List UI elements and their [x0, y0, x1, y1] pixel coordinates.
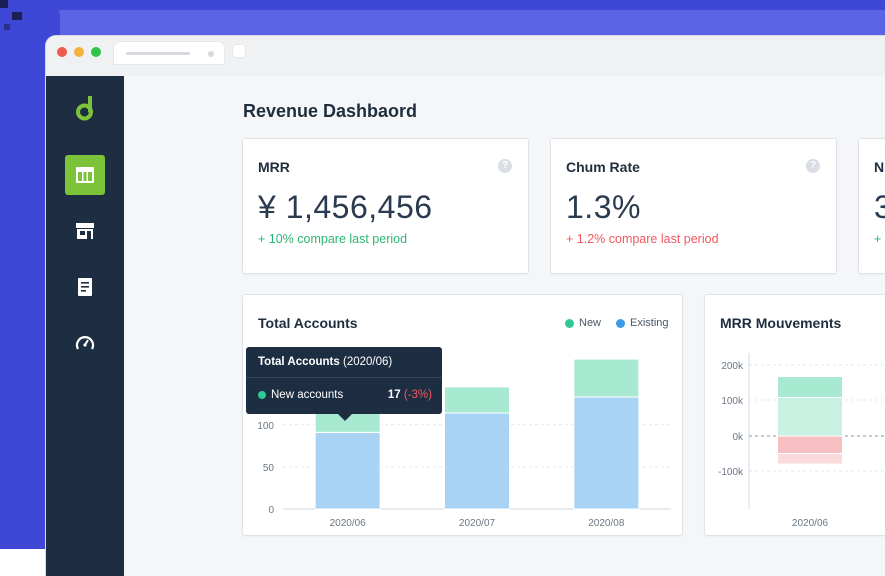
help-icon[interactable]: ?	[498, 159, 512, 173]
y-tick-label: 100	[257, 421, 274, 432]
new-tab-button[interactable]	[233, 45, 245, 57]
receipt-icon	[78, 278, 92, 296]
bar-segment	[777, 453, 843, 465]
x-tick-label: 2020/07	[459, 518, 496, 529]
tooltip-row-label: New accounts	[271, 389, 344, 401]
gauge-icon	[75, 336, 95, 350]
kpi-card-partial: N 3 +	[858, 138, 885, 274]
chart-tooltip: Total Accounts (2020/06) New accounts 17…	[246, 347, 442, 421]
page-title: Revenue Dashbaord	[243, 101, 418, 121]
sidebar-item-store[interactable]	[65, 211, 105, 251]
y-tick-label: 200k	[721, 361, 744, 372]
bar-segment	[777, 435, 843, 454]
tooltip-row: New accounts	[258, 389, 343, 401]
bar-segment-existing	[314, 431, 381, 510]
total-accounts-card: Total Accounts New Existing 0 50 100 2020/0…	[242, 294, 683, 536]
tooltip-divider	[246, 377, 442, 378]
total-accounts-chart: 0 50 100 2020/06 2020/07 2020/08	[257, 358, 671, 529]
y-tick-label: -100k	[718, 467, 744, 478]
kpi-delta: + 10% compare last period	[258, 232, 408, 246]
tooltip-value: 17	[387, 389, 401, 401]
bar-segment-existing	[444, 412, 510, 510]
kpi-label: MRR	[258, 159, 290, 175]
browser-window: Revenue Dashbaord MRR ? ¥ 1,456,456 + 10…	[46, 36, 885, 576]
x-tick-label: 2020/06	[330, 518, 367, 529]
kpi-label: Chum Rate	[566, 159, 640, 175]
y-tick-label: 50	[263, 463, 275, 474]
tooltip-change: (-3%)	[403, 389, 432, 401]
mrr-movements-chart: 200k 100k 0k -100k 2020/06	[718, 353, 885, 529]
bar-segment-new	[444, 386, 510, 414]
y-tick-label: 0k	[732, 432, 744, 443]
x-tick-label: 2020/06	[792, 518, 829, 529]
help-icon[interactable]: ?	[806, 159, 820, 173]
x-tick-label: 2020/08	[588, 518, 625, 529]
bar-segment-new	[573, 358, 640, 398]
kpi-delta: +	[874, 232, 882, 246]
browser-chrome	[46, 36, 885, 77]
main-content: Revenue Dashbaord MRR ? ¥ 1,456,456 + 10…	[124, 76, 885, 576]
backdrop-pixel	[4, 24, 10, 30]
tooltip-row-value: 17 (-3%)	[388, 389, 432, 401]
tooltip-title: Total Accounts	[258, 356, 340, 368]
backdrop-pixel	[12, 12, 22, 20]
bar-segment	[777, 376, 843, 398]
tooltip-pointer	[338, 414, 352, 421]
kpi-card-churn: Chum Rate ? 1.3% + 1.2% compare last per…	[550, 138, 837, 274]
kpi-value: ¥ 1,456,456	[258, 189, 433, 225]
tooltip-swatch	[258, 391, 266, 399]
bar-segment	[777, 397, 843, 437]
sidebar	[46, 76, 124, 576]
tab-title-placeholder	[126, 52, 190, 55]
y-tick-label: 100k	[721, 396, 744, 407]
tooltip-period: (2020/06)	[342, 356, 393, 368]
tab-close-icon[interactable]	[208, 51, 214, 57]
kpi-delta: + 1.2% compare last period	[566, 232, 719, 246]
sidebar-item-gauge[interactable]	[65, 323, 105, 363]
sidebar-item-receipt[interactable]	[65, 267, 105, 307]
mrr-movements-card: MRR Mouvements 200k 100k 0k -100k 2020/06	[704, 294, 885, 536]
store-icon	[76, 223, 94, 239]
kpi-card-mrr: MRR ? ¥ 1,456,456 + 10% compare last per…	[242, 138, 529, 274]
kpi-label: N	[874, 159, 885, 175]
bar-segment-existing	[573, 396, 640, 510]
leaf-d-logo-icon[interactable]	[75, 96, 97, 122]
backdrop-pixel	[0, 0, 8, 8]
close-window-button[interactable]	[57, 47, 67, 57]
kpi-value: 1.3%	[566, 189, 641, 225]
sidebar-item-table[interactable]	[65, 155, 105, 195]
browser-tab[interactable]	[114, 42, 224, 64]
tooltip-header: Total Accounts (2020/06)	[258, 356, 392, 368]
minimize-window-button[interactable]	[74, 47, 84, 57]
kpi-value: 3	[874, 189, 885, 225]
maximize-window-button[interactable]	[91, 47, 101, 57]
y-tick-label: 0	[268, 505, 274, 516]
table-icon	[76, 167, 94, 183]
